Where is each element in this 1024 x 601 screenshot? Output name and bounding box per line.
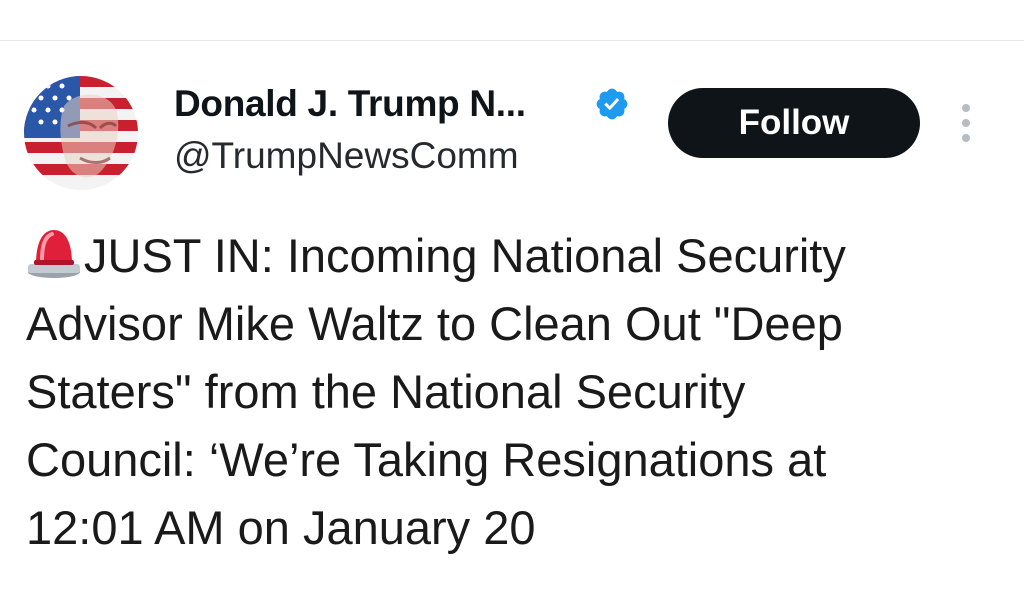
display-name[interactable]: Donald J. Trump N... [174, 82, 526, 126]
more-vertical-icon[interactable] [954, 100, 978, 146]
more-dot [962, 104, 970, 112]
top-divider [0, 40, 1024, 41]
avatar-image [24, 76, 138, 190]
police-siren-icon [28, 230, 80, 278]
tweet-text: JUST IN: Incoming National Security Advi… [26, 229, 846, 554]
more-dot [962, 119, 970, 127]
tweet-body: JUST IN: Incoming National Security Advi… [26, 222, 986, 562]
more-dot [962, 134, 970, 142]
follow-button[interactable]: Follow [668, 88, 920, 158]
verified-badge-icon [596, 88, 628, 120]
user-handle[interactable]: @TrumpNewsComm [174, 134, 519, 178]
avatar[interactable] [24, 76, 138, 190]
